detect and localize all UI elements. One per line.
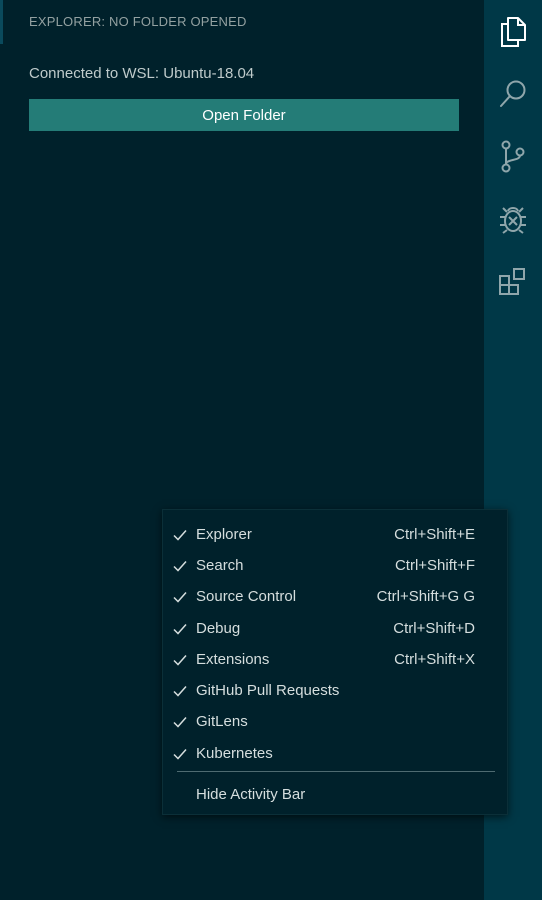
extensions-activity-button[interactable] xyxy=(484,258,542,306)
menu-item-github-pull-requests[interactable]: GitHub Pull Requests xyxy=(163,675,507,706)
menu-item-debug[interactable]: Debug Ctrl+Shift+D xyxy=(163,613,507,644)
check-icon xyxy=(173,530,187,541)
check-icon xyxy=(173,655,187,666)
menu-item-label: Hide Activity Bar xyxy=(196,786,306,803)
menu-item-source-control[interactable]: Source Control Ctrl+Shift+G G xyxy=(163,581,507,612)
check-icon xyxy=(173,749,187,760)
open-folder-button[interactable]: Open Folder xyxy=(29,99,459,131)
check-icon xyxy=(173,717,187,728)
files-icon xyxy=(501,17,526,47)
menu-item-label: Kubernetes xyxy=(196,745,273,762)
debug-icon xyxy=(500,207,526,234)
menu-item-label: GitHub Pull Requests xyxy=(196,682,340,699)
search-activity-button[interactable] xyxy=(484,70,542,118)
menu-item-label: Debug xyxy=(196,620,241,637)
menu-item-label: Extensions xyxy=(196,651,270,668)
check-icon xyxy=(173,561,187,572)
search-icon xyxy=(500,80,526,107)
menu-item-label: Search xyxy=(196,557,244,574)
menu-item-label: Source Control xyxy=(196,588,297,605)
menu-item-kubernetes[interactable]: Kubernetes xyxy=(163,738,507,769)
explorer-activity-button[interactable] xyxy=(484,8,542,56)
menu-item-search[interactable]: Search Ctrl+Shift+F xyxy=(163,550,507,581)
sash-indicator xyxy=(0,0,3,44)
menu-item-shortcut: Ctrl+Shift+X xyxy=(394,651,475,668)
menu-item-shortcut: Ctrl+Shift+D xyxy=(393,620,475,637)
window: EXPLORER: NO FOLDER OPENED Connected to … xyxy=(0,0,542,900)
check-icon xyxy=(173,686,187,697)
activity-bar-context-menu: Explorer Ctrl+Shift+E Search Ctrl+Shift+… xyxy=(162,509,508,815)
debug-activity-button[interactable] xyxy=(484,195,542,243)
menu-item-gitlens[interactable]: GitLens xyxy=(163,706,507,737)
wsl-connection-text: Connected to WSL: Ubuntu-18.04 xyxy=(29,65,255,82)
extensions-icon xyxy=(499,268,525,295)
menu-item-hide-activity-bar[interactable]: Hide Activity Bar xyxy=(163,779,507,810)
menu-separator xyxy=(177,771,495,772)
menu-item-shortcut: Ctrl+Shift+F xyxy=(394,557,475,574)
source-control-icon xyxy=(501,140,525,173)
check-icon xyxy=(173,592,187,603)
menu-item-shortcut: Ctrl+Shift+G G xyxy=(376,588,475,605)
check-icon xyxy=(173,624,187,635)
source-control-activity-button[interactable] xyxy=(484,132,542,180)
menu-item-label: GitLens xyxy=(196,713,248,730)
menu-item-extensions[interactable]: Extensions Ctrl+Shift+X xyxy=(163,644,507,675)
sidebar-title: EXPLORER: NO FOLDER OPENED xyxy=(29,14,247,29)
menu-item-explorer[interactable]: Explorer Ctrl+Shift+E xyxy=(163,519,507,550)
menu-item-shortcut: Ctrl+Shift+E xyxy=(394,526,475,543)
menu-item-label: Explorer xyxy=(196,526,252,543)
